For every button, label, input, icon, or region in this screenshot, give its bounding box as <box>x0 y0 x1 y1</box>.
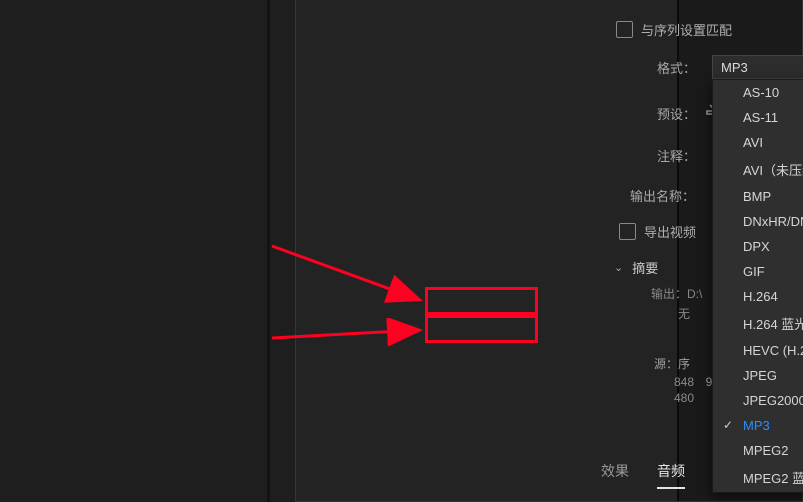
format-dropdown-list: AS-10 AS-11 AVI AVI（未压缩） BMP DNxHR/DNxHD… <box>712 79 803 493</box>
match-sequence-label: 与序列设置匹配 <box>641 20 732 39</box>
source-height: 480 <box>674 391 694 405</box>
output-name-label: 输出名称： <box>630 186 695 205</box>
dropdown-item-as10[interactable]: AS-10 <box>713 80 803 105</box>
dropdown-item-gif[interactable]: GIF <box>713 259 803 284</box>
dropdown-item-bmp[interactable]: BMP <box>713 184 803 209</box>
panel-divider <box>267 0 270 502</box>
dropdown-item-dnxhr[interactable]: DNxHR/DNxHD MXF OP1a <box>713 209 803 234</box>
output-sub-text: 无 <box>678 305 690 322</box>
comment-row: 注释： <box>656 146 696 165</box>
output-name-row: 输出名称： <box>630 186 695 205</box>
dropdown-item-as11[interactable]: AS-11 <box>713 105 803 130</box>
export-video-row[interactable]: 导出视频 <box>619 222 696 241</box>
dropdown-item-hevc[interactable]: HEVC (H.265) <box>713 338 803 363</box>
dropdown-item-mp3[interactable]: ✓MP3 <box>713 413 803 438</box>
dropdown-item-avi-uncompressed[interactable]: AVI（未压缩） <box>713 155 803 184</box>
export-settings-panel: 与序列设置匹配 格式： MP3 ▾ 预设： 注释： 输出名称： 导出视频 ⌄ 摘… <box>295 0 803 502</box>
preset-label: 预设： <box>656 104 696 123</box>
summary-label: 摘要 <box>632 258 658 277</box>
check-icon: ✓ <box>723 418 733 432</box>
dropdown-item-jpeg[interactable]: JPEG <box>713 363 803 388</box>
comment-label: 注释： <box>656 146 696 165</box>
match-sequence-row[interactable]: 与序列设置匹配 <box>616 20 732 39</box>
dropdown-item-dpx[interactable]: DPX <box>713 234 803 259</box>
summary-toggle[interactable]: ⌄ 摘要 <box>614 258 658 277</box>
source-width: 848 <box>674 375 694 389</box>
tab-effects[interactable]: 效果 <box>601 461 629 489</box>
dropdown-item-mpeg2[interactable]: MPEG2 <box>713 438 803 463</box>
export-video-label: 导出视频 <box>644 222 696 241</box>
format-label: 格式： <box>656 58 696 77</box>
format-row: 格式： <box>656 58 696 77</box>
preset-row: 预设： <box>656 104 696 123</box>
tab-audio[interactable]: 音频 <box>657 461 685 489</box>
match-sequence-checkbox[interactable] <box>616 21 633 38</box>
chevron-down-icon: ⌄ <box>614 261 623 274</box>
output-path-text: 输出：D:\ <box>651 285 702 302</box>
dropdown-item-h264[interactable]: H.264 <box>713 284 803 309</box>
dropdown-item-mpeg2-bluray[interactable]: MPEG2 蓝光 <box>713 463 803 492</box>
format-dropdown-value: MP3 <box>721 60 748 75</box>
dropdown-item-jpeg2000[interactable]: JPEG2000 MXF OP1a <box>713 388 803 413</box>
format-dropdown[interactable]: MP3 ▾ <box>712 55 803 79</box>
bottom-tabs: 效果 音频 <box>601 461 685 489</box>
dropdown-item-avi[interactable]: AVI <box>713 130 803 155</box>
source-text: 源：序 <box>654 355 690 372</box>
dropdown-item-h264-bluray[interactable]: H.264 蓝光 <box>713 309 803 338</box>
export-video-checkbox[interactable] <box>619 223 636 240</box>
